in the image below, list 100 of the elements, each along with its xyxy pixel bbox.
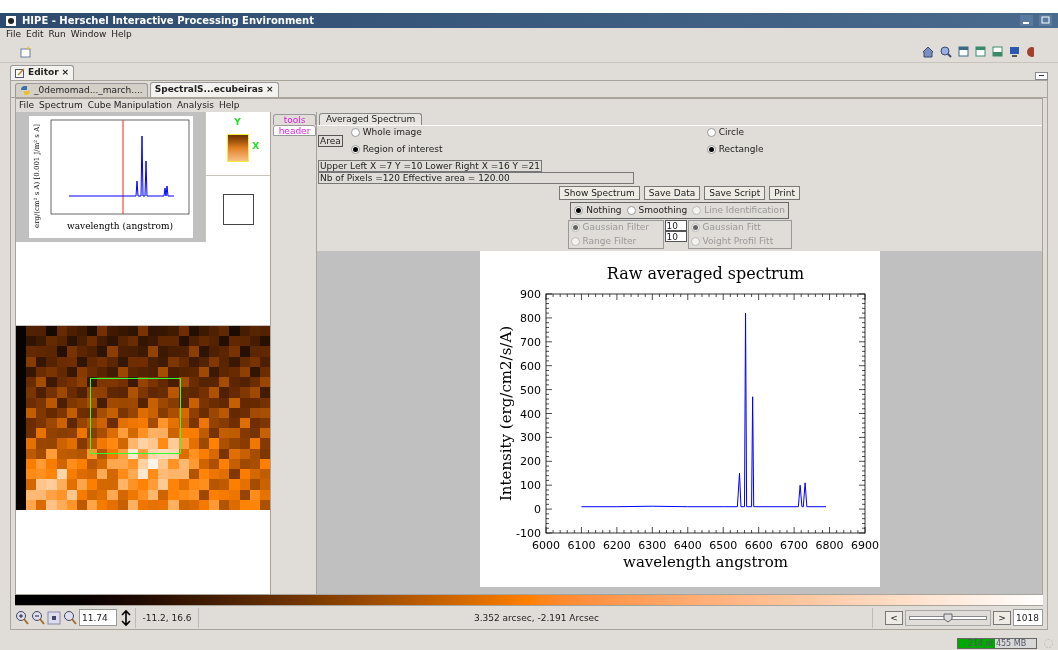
tick-label: 6600 (744, 539, 773, 552)
window-icon[interactable] (992, 46, 1003, 57)
image-thumbnail (227, 133, 250, 162)
radio-label: Range Filter (582, 234, 637, 248)
menu-item[interactable]: Help (111, 27, 132, 42)
radio-label: Voight Profil Fitt (702, 234, 774, 248)
home-icon[interactable] (922, 45, 934, 58)
menu-item[interactable]: File (6, 27, 22, 42)
menu-item[interactable]: Cube Manipulation (87, 98, 172, 113)
pixel-coordinates: -11.2, 16.6 (135, 607, 199, 628)
axis-label: Intensity (erg/cm2/s/A) (496, 325, 515, 502)
tab-label: _0demomad..._march.... (34, 83, 143, 97)
action-button[interactable]: Save Data (643, 186, 701, 200)
sky-coordinates: 3.352 arcsec, -2.191 Arcsec (201, 607, 873, 628)
action-button[interactable]: Print (769, 186, 800, 200)
slider-thumb[interactable] (943, 612, 953, 623)
tick-label: 700 (519, 335, 541, 349)
tick-label: 600 (519, 359, 541, 373)
frame-field[interactable]: 1018 (1013, 609, 1043, 626)
radio-label: Smoothing (638, 203, 688, 217)
menu-item[interactable]: Help (219, 98, 240, 113)
zoom-field[interactable]: 11.74 (79, 609, 117, 626)
memory-text: 214 of 455 MB (966, 639, 1028, 648)
editor-tab[interactable]: Editor × (10, 65, 75, 80)
spinner-icon (1043, 638, 1054, 649)
axis-label: X (252, 140, 260, 153)
tick-label: 6800 (815, 539, 844, 552)
radio-label: Line Identification (704, 203, 785, 217)
frame-slider[interactable] (905, 609, 991, 626)
close-button[interactable]: × (61, 66, 70, 80)
menu-item[interactable]: Run (48, 27, 66, 42)
radio-label: Rectangle (718, 143, 764, 156)
radio-label: Circle (718, 125, 744, 139)
tick-label: 0 (533, 503, 541, 517)
tick-label: 500 (519, 383, 541, 397)
region-info: Upper Left X =7 Y =10 Lower Right X =16 Y =21 (318, 160, 542, 172)
radio-button[interactable] (350, 145, 360, 155)
document-tab[interactable]: SpectralS...ecubeiras × (149, 82, 279, 97)
tick-label: -100 (515, 527, 541, 540)
radio-label: Gaussian Filter (582, 221, 649, 234)
app-icon (6, 15, 16, 26)
minimize-icon[interactable] (1035, 72, 1048, 80)
tick-label: 6900 (850, 539, 879, 552)
zoom-icon[interactable] (63, 609, 77, 626)
action-button[interactable]: Save Script (704, 186, 766, 200)
pixel-info: Nb of Pixels =120 Effective area = 120.00 (318, 172, 634, 184)
monitor-icon[interactable] (1009, 46, 1020, 57)
zoom-in-icon[interactable] (15, 609, 29, 626)
axis-label: wavelength angstrom (622, 553, 788, 571)
radio-label: Region of interest (362, 143, 443, 156)
radio-button[interactable] (706, 145, 716, 155)
radio-button[interactable] (706, 127, 716, 137)
radio-button[interactable] (350, 127, 360, 137)
menu-item[interactable]: File (19, 98, 35, 113)
close-button[interactable]: × (266, 83, 274, 97)
panel-tab[interactable]: Averaged Spectrum (319, 113, 423, 125)
document-tab[interactable]: _0demomad..._march.... (15, 83, 148, 97)
menu-item[interactable]: Spectrum (39, 98, 83, 113)
next-button[interactable]: > (993, 610, 1011, 625)
tick-label: 900 (519, 288, 541, 301)
radio-label: Gaussian Fitt (702, 221, 761, 234)
window-title: HIPE - Herschel Interactive Processing Environment (22, 14, 314, 28)
axis-label: wavelength (angstrom) (66, 221, 173, 231)
tick-label: 200 (519, 455, 541, 469)
tick-label: 6200 (602, 539, 631, 552)
search-icon[interactable] (940, 45, 952, 58)
new-file-icon[interactable] (20, 45, 32, 58)
edit-icon (15, 68, 25, 78)
tab-label: Editor (28, 66, 59, 80)
previous-button[interactable]: < (885, 610, 903, 625)
menu-item[interactable]: Window (70, 27, 107, 42)
tick-label: 6500 (708, 539, 737, 552)
filter-value-field[interactable]: 10 (664, 220, 687, 231)
zoom-frame (222, 193, 254, 225)
tick-label: 400 (519, 407, 541, 421)
menu-item[interactable]: Analysis (176, 98, 215, 113)
area-label: Area (318, 135, 343, 147)
tick-label: 300 (519, 431, 541, 445)
tick-label: 6400 (673, 539, 702, 552)
tick-label: 6100 (566, 539, 595, 552)
radio-label: Nothing (586, 203, 622, 217)
filter-value-field[interactable]: 10 (664, 231, 687, 242)
fit-icon[interactable] (47, 609, 61, 626)
vertical-arrow-icon[interactable] (119, 608, 133, 627)
radio-label: Whole image (362, 125, 422, 139)
tick-label: 800 (519, 311, 541, 325)
restore-icon[interactable] (1039, 15, 1052, 26)
window-icon[interactable] (958, 46, 969, 57)
tab-label: SpectralS...ecubeiras (154, 83, 264, 97)
python-icon (20, 85, 31, 96)
radio-button[interactable] (574, 206, 584, 215)
axis-label: Y (234, 116, 241, 129)
menu-item[interactable]: Edit (26, 27, 44, 42)
chart-title: Raw averaged spectrum (606, 264, 804, 283)
zoom-out-icon[interactable] (31, 609, 45, 626)
radio-button[interactable] (626, 206, 636, 215)
action-button[interactable]: Show Spectrum (559, 186, 640, 200)
window-icon[interactable] (975, 46, 986, 57)
side-tab[interactable]: header (273, 125, 316, 136)
tick-label: 6300 (637, 539, 666, 552)
